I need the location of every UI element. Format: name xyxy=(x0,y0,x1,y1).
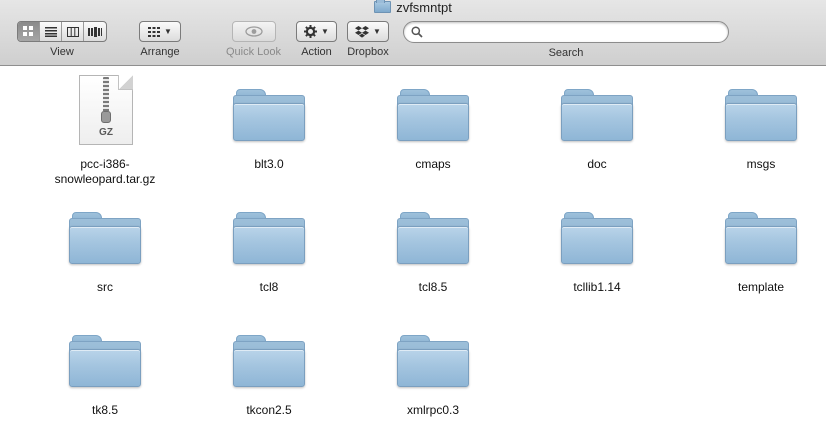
folder-item[interactable]: template xyxy=(691,198,826,295)
quicklook-label: Quick Look xyxy=(226,46,282,58)
folder-icon xyxy=(561,75,633,147)
folder-item[interactable]: src xyxy=(35,198,175,295)
quicklook-group: Quick Look xyxy=(226,21,281,58)
column-view-button[interactable] xyxy=(62,22,84,41)
folder-icon xyxy=(561,198,633,270)
action-label: Action xyxy=(301,46,332,58)
eye-icon xyxy=(244,26,263,37)
list-view-button[interactable] xyxy=(40,22,62,41)
folder-icon xyxy=(397,198,469,270)
chevron-down-icon: ▼ xyxy=(164,26,172,36)
file-item[interactable]: GZ pcc-i386-snowleopard.tar.gz xyxy=(35,75,175,187)
folder-item-label: msgs xyxy=(746,157,776,171)
search-label: Search xyxy=(548,47,584,59)
arrange-button[interactable]: ▼ xyxy=(139,21,181,42)
icon-view-button[interactable] xyxy=(18,22,40,41)
chevron-down-icon: ▼ xyxy=(321,26,329,36)
folder-item-label: tk8.5 xyxy=(91,403,118,417)
folder-item-label: tkcon2.5 xyxy=(246,403,292,417)
view-mode-selector[interactable] xyxy=(17,21,107,42)
folder-item-label: doc xyxy=(587,157,607,171)
gear-icon xyxy=(304,25,318,38)
folder-icon xyxy=(233,321,305,393)
folder-item-label: tcl8 xyxy=(259,280,279,294)
folder-item-label: src xyxy=(97,280,113,294)
folder-item[interactable]: cmaps xyxy=(363,75,503,172)
folder-icon xyxy=(397,321,469,393)
folder-item-label: tcl8.5 xyxy=(418,280,448,294)
dropbox-icon xyxy=(355,25,370,38)
search-input[interactable] xyxy=(427,23,728,41)
arrange-group: ▼ Arrange xyxy=(139,21,181,58)
folder-item[interactable]: tkcon2.5 xyxy=(199,321,339,418)
folder-item[interactable]: blt3.0 xyxy=(199,75,339,172)
arrange-grid-icon xyxy=(148,26,161,37)
search-group: Search xyxy=(403,21,729,59)
window-title: zvfsmntpt xyxy=(0,0,826,16)
search-icon xyxy=(411,26,423,38)
action-group: ▼ Action xyxy=(296,21,337,58)
gz-archive-icon: GZ xyxy=(69,75,141,147)
search-field[interactable] xyxy=(403,21,729,43)
column-view-icon xyxy=(66,26,79,37)
folder-icon xyxy=(233,198,305,270)
file-item-label: pcc-i386-snowleopard.tar.gz xyxy=(54,157,156,186)
folder-item[interactable]: xmlrpc0.3 xyxy=(363,321,503,418)
file-extension-badge: GZ xyxy=(99,127,113,138)
folder-item[interactable]: doc xyxy=(527,75,667,172)
cover-flow-view-button[interactable] xyxy=(84,22,106,41)
list-view-icon xyxy=(44,26,57,37)
folder-icon xyxy=(69,321,141,393)
folder-icon xyxy=(233,75,305,147)
quicklook-button[interactable] xyxy=(231,21,276,42)
icon-view-icon xyxy=(23,26,33,36)
folder-item-label: blt3.0 xyxy=(254,157,284,171)
folder-item-label: cmaps xyxy=(415,157,451,171)
dropbox-group: ▼ Dropbox xyxy=(347,21,389,58)
folder-item[interactable]: tcllib1.14 xyxy=(527,198,667,295)
view-group: View xyxy=(17,21,107,58)
dropbox-label: Dropbox xyxy=(347,46,389,58)
folder-item-label: xmlrpc0.3 xyxy=(406,403,459,417)
folder-icon xyxy=(69,198,141,270)
folder-item-label: template xyxy=(737,280,785,294)
folder-icon xyxy=(725,198,797,270)
finder-toolbar: zvfsmntpt View ▼ Arrange Quick Look ▼ Ac… xyxy=(0,0,826,66)
chevron-down-icon: ▼ xyxy=(373,26,381,36)
folder-item-label: tcllib1.14 xyxy=(573,280,621,294)
folder-item[interactable]: tk8.5 xyxy=(35,321,175,418)
dropbox-button[interactable]: ▼ xyxy=(347,21,389,42)
folder-icon xyxy=(374,0,392,13)
folder-icon xyxy=(397,75,469,147)
folder-item[interactable]: tcl8.5 xyxy=(363,198,503,295)
view-label: View xyxy=(50,46,74,58)
folder-icon xyxy=(725,75,797,147)
file-icon-grid: GZ pcc-i386-snowleopard.tar.gz blt3.0 cm… xyxy=(0,67,826,440)
window-title-text: zvfsmntpt xyxy=(396,0,452,15)
arrange-label: Arrange xyxy=(140,46,180,58)
action-button[interactable]: ▼ xyxy=(296,21,337,42)
cover-flow-icon xyxy=(88,26,102,37)
folder-item[interactable]: tcl8 xyxy=(199,198,339,295)
folder-item[interactable]: msgs xyxy=(691,75,826,172)
